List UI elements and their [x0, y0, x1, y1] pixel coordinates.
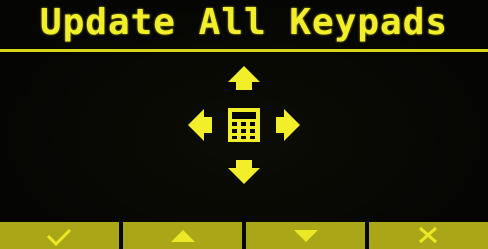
title-bar: Update All Keypads [0, 0, 488, 46]
scroll-up-button[interactable] [123, 222, 242, 249]
keypad-icon [228, 108, 260, 142]
arrow-right-icon [276, 109, 300, 141]
scroll-down-button[interactable] [246, 222, 365, 249]
confirm-button[interactable] [0, 222, 119, 249]
cancel-button[interactable] [369, 222, 488, 249]
softkey-bar [0, 222, 488, 249]
check-icon [46, 228, 71, 247]
navigation-graphic [182, 60, 306, 190]
arrow-up-icon [228, 66, 260, 90]
cross-icon [418, 226, 437, 244]
arrow-down-icon [293, 230, 318, 242]
arrow-down-icon [228, 160, 260, 184]
page-title: Update All Keypads [39, 2, 449, 43]
arrow-left-icon [188, 109, 212, 141]
arrow-up-icon [170, 230, 195, 242]
title-divider [0, 49, 488, 52]
lcd-screen: Update All Keypads [0, 0, 488, 249]
